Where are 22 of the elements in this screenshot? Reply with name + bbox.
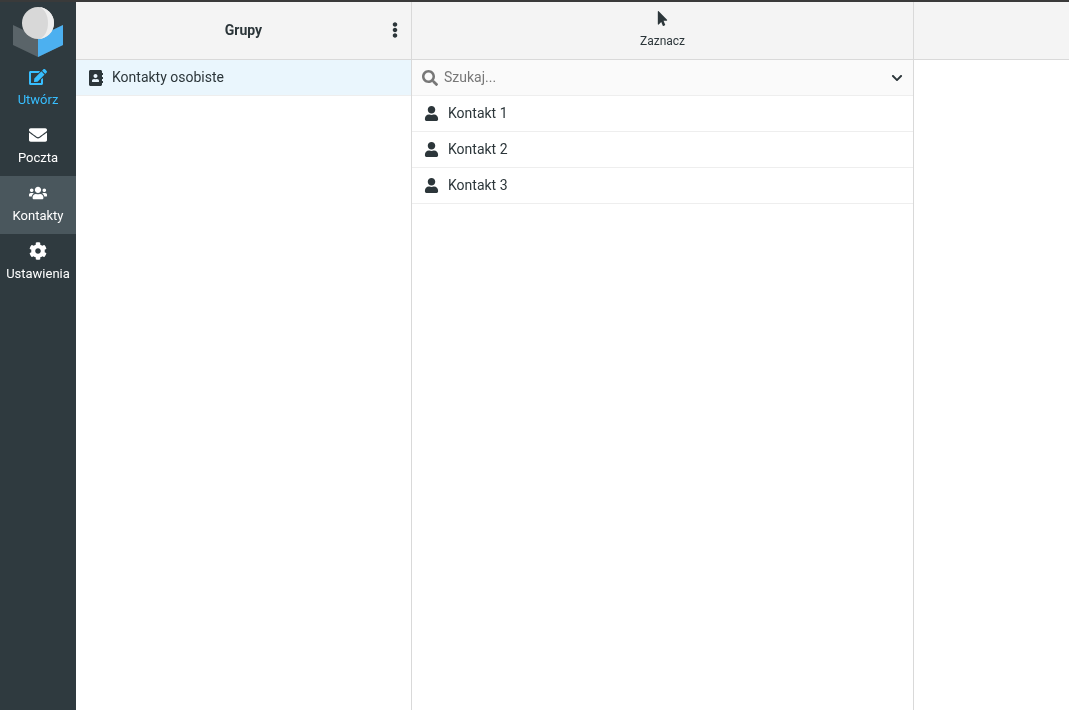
person-icon <box>424 178 439 193</box>
settings-icon <box>29 242 47 261</box>
nav-item[interactable]: Utwórz <box>0 60 76 118</box>
select-button[interactable]: Zaznacz <box>639 11 686 50</box>
contact-item[interactable]: Kontakt 2 <box>412 132 913 168</box>
group-item[interactable]: Kontakty osobiste <box>76 60 411 96</box>
contact-item[interactable]: Kontakt 1 <box>412 96 913 132</box>
search-bar[interactable]: Szukaj... <box>412 60 913 96</box>
person-icon <box>424 142 439 157</box>
envelope-icon <box>29 126 47 145</box>
pointer-icon <box>655 11 670 26</box>
search-field[interactable]: Szukaj... <box>444 67 885 88</box>
logo-icon <box>11 5 65 57</box>
nav-item[interactable]: Kontakty <box>0 176 76 234</box>
nav-item[interactable]: Poczta <box>0 118 76 176</box>
person-icon <box>424 106 439 121</box>
nav-item[interactable]: Ustawienia <box>0 234 76 292</box>
search-icon <box>422 69 438 86</box>
address-book-icon <box>88 69 104 86</box>
edit-icon <box>29 68 47 87</box>
contact-item[interactable]: Kontakt 3 <box>412 168 913 204</box>
column-title: Grupy <box>224 21 263 40</box>
